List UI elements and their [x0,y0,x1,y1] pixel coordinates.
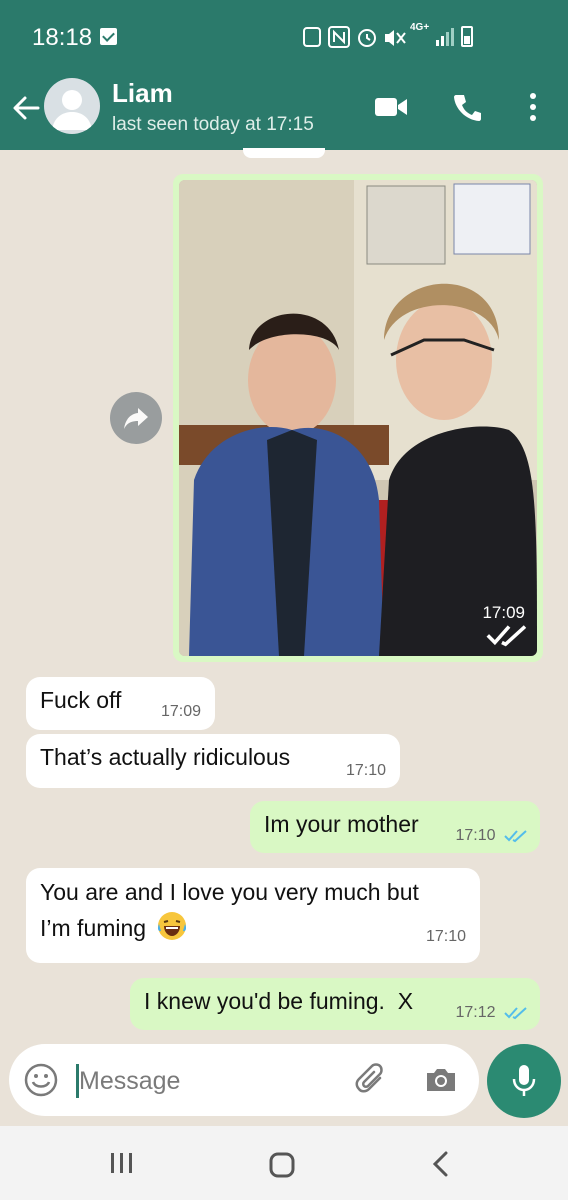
signal-icon [436,28,454,46]
photo-timestamp: 17:09 [482,603,527,648]
forward-button[interactable] [110,392,162,444]
back-arrow-icon[interactable] [10,92,42,124]
message-text: That’s actually ridiculous [40,744,291,770]
attach-icon[interactable] [354,1062,390,1098]
message-input[interactable] [79,1064,339,1098]
contact-avatar[interactable] [44,78,100,134]
mic-icon [512,1065,536,1096]
nav-back-icon[interactable] [430,1151,452,1177]
shared-photo[interactable]: 17:09 [179,180,537,656]
battery-icon [461,26,473,47]
image-message[interactable]: 17:09 [173,174,543,662]
incoming-message[interactable]: That’s actually ridiculous 17:10 [26,734,400,788]
camera-icon[interactable] [423,1062,459,1098]
message-text-line2: I’m fuming [40,915,147,941]
system-navigation-bar [0,1126,568,1200]
forward-icon [124,408,148,429]
voice-call-icon[interactable] [452,92,482,122]
message-text: Im your mother [264,811,419,837]
last-seen-status: last seen today at 17:15 [112,114,314,135]
incoming-message[interactable]: You are and I love you very much but I’m… [26,868,480,963]
home-icon[interactable] [268,1151,296,1179]
video-call-icon[interactable] [374,95,408,119]
chat-area[interactable]: 17:09 Fuck off 17:09 That’s actually rid… [0,148,568,1040]
message-time: 17:12 [456,1004,529,1022]
status-icons [303,26,406,48]
photo-image [179,180,537,656]
read-receipt-icon [486,625,527,647]
notification-check-icon [100,28,117,45]
emoji-icon[interactable] [23,1062,59,1098]
chat-header: Liam last seen today at 17:15 [0,75,568,150]
avatar-placeholder-icon [52,90,92,130]
network-type: 4G+ [410,22,430,33]
message-composer[interactable] [9,1044,479,1116]
read-receipt-icon [504,1007,527,1019]
contact-name[interactable]: Liam [112,78,173,109]
message-text: I knew you'd be fuming. X [144,988,414,1014]
message-time: 17:10 [456,827,529,845]
status-time: 18:18 [32,24,93,51]
previous-message-bubble [243,148,325,158]
message-time: 17:10 [425,928,466,945]
recent-apps-icon[interactable] [108,1151,136,1175]
incoming-message[interactable]: Fuck off 17:09 [26,677,215,730]
laughing-emoji-icon [158,912,187,940]
outgoing-message[interactable]: I knew you'd be fuming. X 17:12 [130,978,540,1030]
read-receipt-icon [504,830,527,842]
message-time: 17:10 [345,762,386,779]
outgoing-message[interactable]: Im your mother 17:10 [250,801,540,853]
more-options-icon[interactable] [523,91,543,123]
voice-message-button[interactable] [487,1044,561,1118]
message-text-line1: You are and I love you very much but [40,879,419,905]
message-text: Fuck off [40,687,122,713]
status-bar: 18:18 4G+ [0,0,568,75]
message-time: 17:09 [160,703,201,720]
